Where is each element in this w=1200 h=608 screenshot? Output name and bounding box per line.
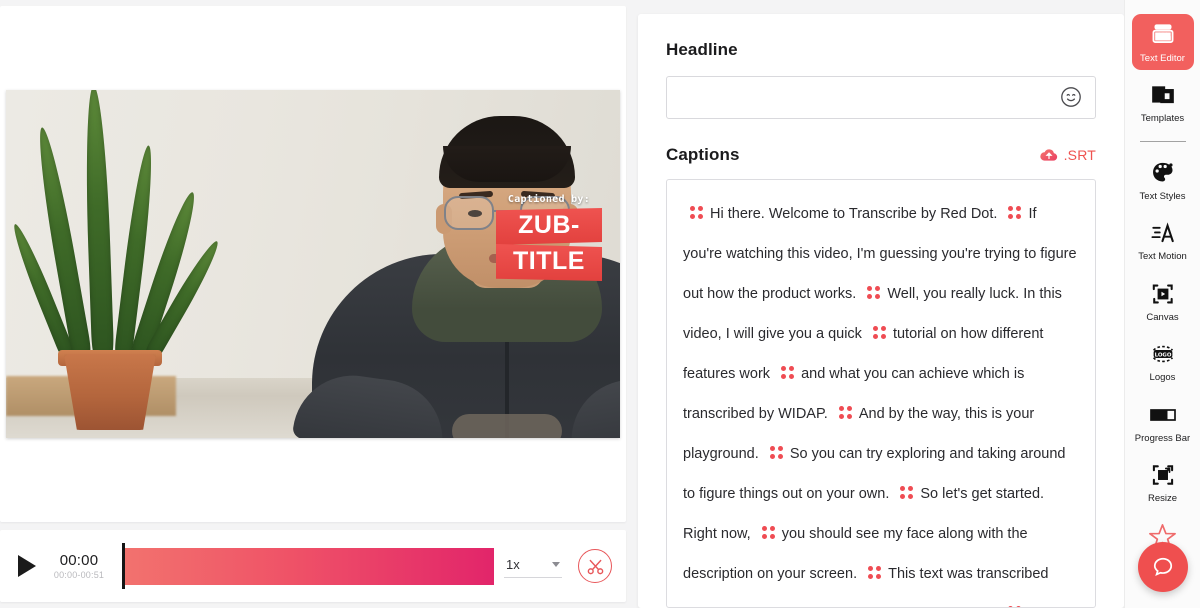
chat-bubble-icon: [1153, 557, 1172, 577]
caption-marker-icon[interactable]: [872, 325, 886, 339]
headline-title: Headline: [666, 40, 738, 59]
sidebar-label: Canvas: [1146, 311, 1179, 323]
caption-marker-icon[interactable]: [761, 525, 775, 539]
sidebar-item-logos[interactable]: LOGO Logos: [1132, 333, 1194, 389]
editor-panel: Headline Captions .SRT Hi there. Welcome…: [638, 14, 1124, 608]
captions-title: Captions: [666, 144, 740, 164]
sidebar-item-text-styles[interactable]: Text Styles: [1132, 152, 1194, 208]
resize-icon: [1148, 460, 1178, 490]
editor-column: Headline Captions .SRT Hi there. Welcome…: [638, 0, 1124, 608]
caption-marker-icon[interactable]: [867, 285, 881, 299]
person-arm-left: [291, 367, 451, 438]
time-display: 00:00 00:00-00:51: [46, 552, 112, 580]
plant-pot: [64, 354, 156, 430]
watermark-prefix: Captioned by:: [507, 194, 591, 205]
sidebar-item-resize[interactable]: Resize: [1132, 454, 1194, 510]
glasses-lens: [444, 196, 494, 230]
srt-label: .SRT: [1063, 146, 1096, 163]
time-range: 00:00-00:51: [53, 570, 105, 580]
caption-marker-icon[interactable]: [1008, 205, 1022, 219]
caption-marker-icon[interactable]: [690, 205, 703, 219]
play-icon[interactable]: [18, 555, 36, 577]
sidebar-label: Text Editor: [1140, 53, 1185, 64]
smiley-icon[interactable]: [1059, 85, 1083, 109]
tool-sidebar: Text Editor Templates Text Styles Text M…: [1124, 0, 1200, 608]
sidebar-item-text-editor[interactable]: Text Editor: [1131, 14, 1194, 71]
text-motion-icon: [1148, 218, 1178, 248]
person-subject: [291, 116, 620, 438]
logo-icon: LOGO: [1148, 339, 1178, 369]
sidebar-item-progress-bar[interactable]: Progress Bar: [1132, 394, 1194, 450]
caption-marker-icon[interactable]: [838, 405, 852, 419]
cloud-upload-icon: [1039, 149, 1057, 161]
captions-editor[interactable]: Hi there. Welcome to Transcribe by Red D…: [666, 178, 1096, 608]
zubtitle-watermark: Captioned by: ZUB- TITLE: [496, 194, 602, 281]
sidebar-item-templates[interactable]: Templates: [1132, 74, 1194, 130]
scissors-icon: [587, 559, 603, 574]
sidebar-label: Templates: [1140, 113, 1185, 125]
watermark-line-2: TITLE: [496, 244, 602, 281]
current-time: 00:00: [59, 552, 99, 569]
watermark-line-1: ZUB-: [496, 208, 602, 245]
trim-button[interactable]: [578, 549, 612, 583]
caption-marker-icon[interactable]: [868, 565, 882, 579]
caption-marker-icon[interactable]: [769, 445, 783, 459]
canvas-icon: [1148, 279, 1178, 309]
video-preview-card: Captioned by: ZUB- TITLE: [0, 6, 626, 522]
templates-icon: [1148, 80, 1178, 110]
headline-field[interactable]: [666, 76, 1096, 119]
progress-bar-icon: [1148, 400, 1178, 430]
video-column: Captioned by: ZUB- TITLE 00:00 00:00-00:…: [0, 0, 638, 608]
sidebar-label: Text Styles: [1139, 190, 1186, 202]
sidebar-item-canvas[interactable]: Canvas: [1132, 273, 1194, 329]
help-button[interactable]: [1137, 542, 1188, 592]
timeline-track[interactable]: [125, 547, 494, 585]
palette-icon: [1148, 158, 1178, 188]
caption-marker-icon[interactable]: [781, 365, 795, 379]
person-hands: [452, 414, 562, 438]
video-frame[interactable]: Captioned by: ZUB- TITLE: [6, 90, 620, 438]
captions-header: Captions .SRT: [666, 145, 1096, 165]
upload-srt-button[interactable]: .SRT: [1039, 147, 1096, 163]
sidebar-label: Resize: [1147, 493, 1178, 505]
playback-speed-select[interactable]: 1x: [504, 555, 562, 578]
headline-input[interactable]: [679, 89, 1051, 106]
sidebar-item-text-motion[interactable]: Text Motion: [1132, 212, 1194, 268]
sidebar-label: Text Motion: [1138, 251, 1187, 263]
timeline[interactable]: [122, 543, 494, 589]
svg-text:LOGO: LOGO: [1154, 352, 1171, 358]
sidebar-label: Logos: [1149, 372, 1176, 384]
sidebar-divider: [1139, 140, 1186, 142]
text-editor-icon: [1148, 20, 1178, 50]
app-root: Captioned by: ZUB- TITLE 00:00 00:00-00:…: [0, 0, 1200, 608]
playback-speed-value: 1x: [506, 556, 520, 572]
caption-segment[interactable]: Hi there. Welcome to Transcribe by Red D…: [710, 206, 1001, 222]
caption-marker-icon[interactable]: [900, 485, 914, 499]
person-arm-right: [563, 367, 620, 438]
sidebar-label: Progress Bar: [1134, 432, 1191, 444]
player-controls: 00:00 00:00-00:51 1x: [0, 530, 626, 602]
chevron-down-icon: [552, 561, 560, 567]
watermark-ribbon: ZUB- TITLE: [496, 208, 602, 281]
